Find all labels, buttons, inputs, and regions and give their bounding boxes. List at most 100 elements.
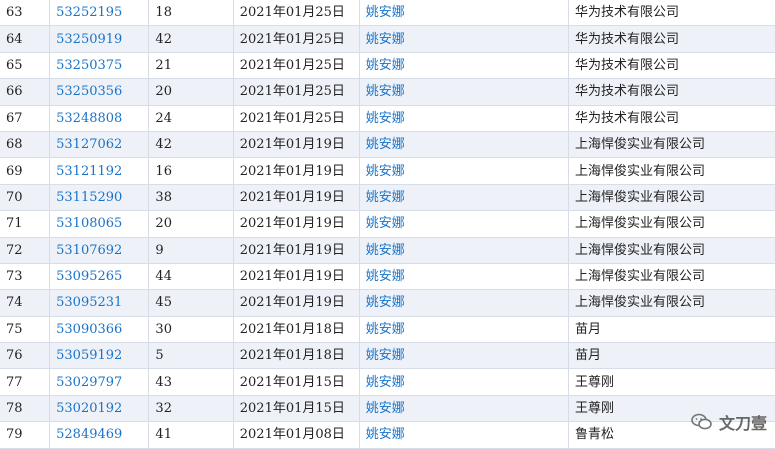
registration-number-link[interactable]: 53248808 — [56, 111, 122, 126]
agent-link[interactable]: 姚安娜 — [366, 243, 405, 258]
agent-cell: 姚安娜 — [359, 0, 569, 27]
registration-number-cell: 53020192 — [49, 395, 150, 423]
class-number-cell: 45 — [148, 289, 234, 317]
agent-link[interactable]: 姚安娜 — [366, 348, 405, 363]
application-date-cell: 2021年01月25日 — [233, 0, 360, 27]
applicant-name: 苗月 — [574, 348, 601, 364]
table-row: 76 53059192 5 2021年01月18日 姚安娜 苗月 — [0, 342, 775, 370]
registration-number-link[interactable]: 53127062 — [56, 137, 122, 152]
class-number-cell: 30 — [148, 316, 234, 344]
registration-number-link[interactable]: 53020192 — [56, 401, 122, 416]
registration-number-cell: 53090366 — [49, 316, 150, 344]
agent-link[interactable]: 姚安娜 — [366, 216, 405, 231]
agent-cell: 姚安娜 — [359, 184, 569, 212]
row-number: 77 — [6, 374, 23, 390]
row-number: 78 — [6, 401, 23, 417]
agent-cell: 姚安娜 — [359, 78, 569, 106]
class-number: 20 — [155, 216, 172, 232]
registration-number-link[interactable]: 53108065 — [56, 216, 122, 231]
application-date: 2021年01月19日 — [239, 137, 345, 153]
class-number: 16 — [155, 163, 172, 179]
class-number: 5 — [155, 348, 164, 364]
table-row: 78 53020192 32 2021年01月15日 姚安娜 王尊刚 — [0, 395, 775, 423]
agent-link[interactable]: 姚安娜 — [366, 5, 405, 20]
row-number-cell: 64 — [0, 25, 51, 53]
application-date-cell: 2021年01月25日 — [233, 105, 360, 132]
application-date-cell: 2021年01月08日 — [233, 421, 360, 449]
applicant-name-cell: 上海悍俊实业有限公司 — [568, 237, 775, 264]
class-number-cell: 44 — [148, 263, 234, 291]
application-date: 2021年01月18日 — [239, 321, 345, 337]
class-number: 41 — [155, 427, 172, 443]
applicant-name: 华为技术有限公司 — [574, 31, 679, 47]
application-date-cell: 2021年01月15日 — [233, 368, 360, 396]
table-row: 72 53107692 9 2021年01月19日 姚安娜 上海悍俊实业有限公司 — [0, 237, 775, 264]
agent-link[interactable]: 姚安娜 — [366, 58, 405, 73]
row-number: 67 — [6, 110, 23, 126]
registration-number-link[interactable]: 53095231 — [56, 295, 122, 310]
watermark: 文刀壹 — [691, 410, 767, 434]
agent-cell: 姚安娜 — [359, 368, 569, 396]
registration-number-link[interactable]: 53252195 — [56, 5, 122, 20]
class-number: 9 — [155, 242, 164, 258]
row-number-cell: 66 — [0, 78, 51, 106]
registration-number-link[interactable]: 53250919 — [56, 32, 122, 47]
registration-number-cell: 53095231 — [49, 289, 150, 317]
agent-link[interactable]: 姚安娜 — [366, 269, 405, 284]
registration-number-link[interactable]: 53090366 — [56, 322, 122, 337]
registration-number-cell: 53107692 — [49, 237, 150, 264]
registration-number-link[interactable]: 53121192 — [56, 164, 122, 179]
agent-link[interactable]: 姚安娜 — [366, 137, 405, 152]
class-number-cell: 18 — [148, 0, 234, 27]
agent-link[interactable]: 姚安娜 — [366, 164, 405, 179]
agent-link[interactable]: 姚安娜 — [366, 190, 405, 205]
row-number-cell: 67 — [0, 105, 51, 132]
registration-number-cell: 52849469 — [49, 421, 150, 449]
row-number-cell: 78 — [0, 395, 51, 423]
class-number-cell: 16 — [148, 157, 234, 185]
registration-number-link[interactable]: 52849469 — [56, 427, 122, 442]
registration-number-link[interactable]: 53250375 — [56, 58, 122, 73]
agent-link[interactable]: 姚安娜 — [366, 111, 405, 126]
registration-number-link[interactable]: 53250356 — [56, 84, 122, 99]
row-number: 68 — [6, 137, 23, 153]
application-date: 2021年01月08日 — [239, 427, 345, 443]
agent-link[interactable]: 姚安娜 — [366, 322, 405, 337]
registration-number-link[interactable]: 53029797 — [56, 375, 122, 390]
registration-number-cell: 53250375 — [49, 52, 150, 80]
class-number: 18 — [155, 5, 172, 21]
application-date-cell: 2021年01月25日 — [233, 52, 360, 80]
applicant-name-cell: 上海悍俊实业有限公司 — [568, 157, 775, 185]
row-number-cell: 76 — [0, 342, 51, 370]
class-number: 45 — [155, 295, 172, 311]
agent-link[interactable]: 姚安娜 — [366, 375, 405, 390]
application-date: 2021年01月15日 — [239, 401, 345, 417]
applicant-name: 华为技术有限公司 — [574, 110, 679, 126]
row-number: 69 — [6, 163, 23, 179]
agent-link[interactable]: 姚安娜 — [366, 401, 405, 416]
registration-number-cell: 53248808 — [49, 105, 150, 132]
class-number-cell: 20 — [148, 78, 234, 106]
row-number-cell: 73 — [0, 263, 51, 291]
registration-number-cell: 53108065 — [49, 210, 150, 238]
application-date-cell: 2021年01月18日 — [233, 342, 360, 370]
registration-number-link[interactable]: 53059192 — [56, 348, 122, 363]
agent-link[interactable]: 姚安娜 — [366, 295, 405, 310]
agent-link[interactable]: 姚安娜 — [366, 427, 405, 442]
row-number-cell: 70 — [0, 184, 51, 212]
registration-number-link[interactable]: 53095265 — [56, 269, 122, 284]
row-number: 75 — [6, 321, 23, 337]
agent-link[interactable]: 姚安娜 — [366, 84, 405, 99]
applicant-name: 上海悍俊实业有限公司 — [574, 163, 705, 179]
table-row: 69 53121192 16 2021年01月19日 姚安娜 上海悍俊实业有限公司 — [0, 157, 775, 185]
registration-number-link[interactable]: 53107692 — [56, 243, 122, 258]
application-date: 2021年01月19日 — [239, 295, 345, 311]
application-date: 2021年01月15日 — [239, 374, 345, 390]
application-date-cell: 2021年01月19日 — [233, 237, 360, 264]
applicant-name: 王尊刚 — [574, 374, 614, 390]
agent-link[interactable]: 姚安娜 — [366, 32, 405, 47]
applicant-name: 华为技术有限公司 — [574, 84, 679, 100]
registration-number-link[interactable]: 53115290 — [56, 190, 122, 205]
class-number: 30 — [155, 321, 172, 337]
application-date-cell: 2021年01月19日 — [233, 210, 360, 238]
